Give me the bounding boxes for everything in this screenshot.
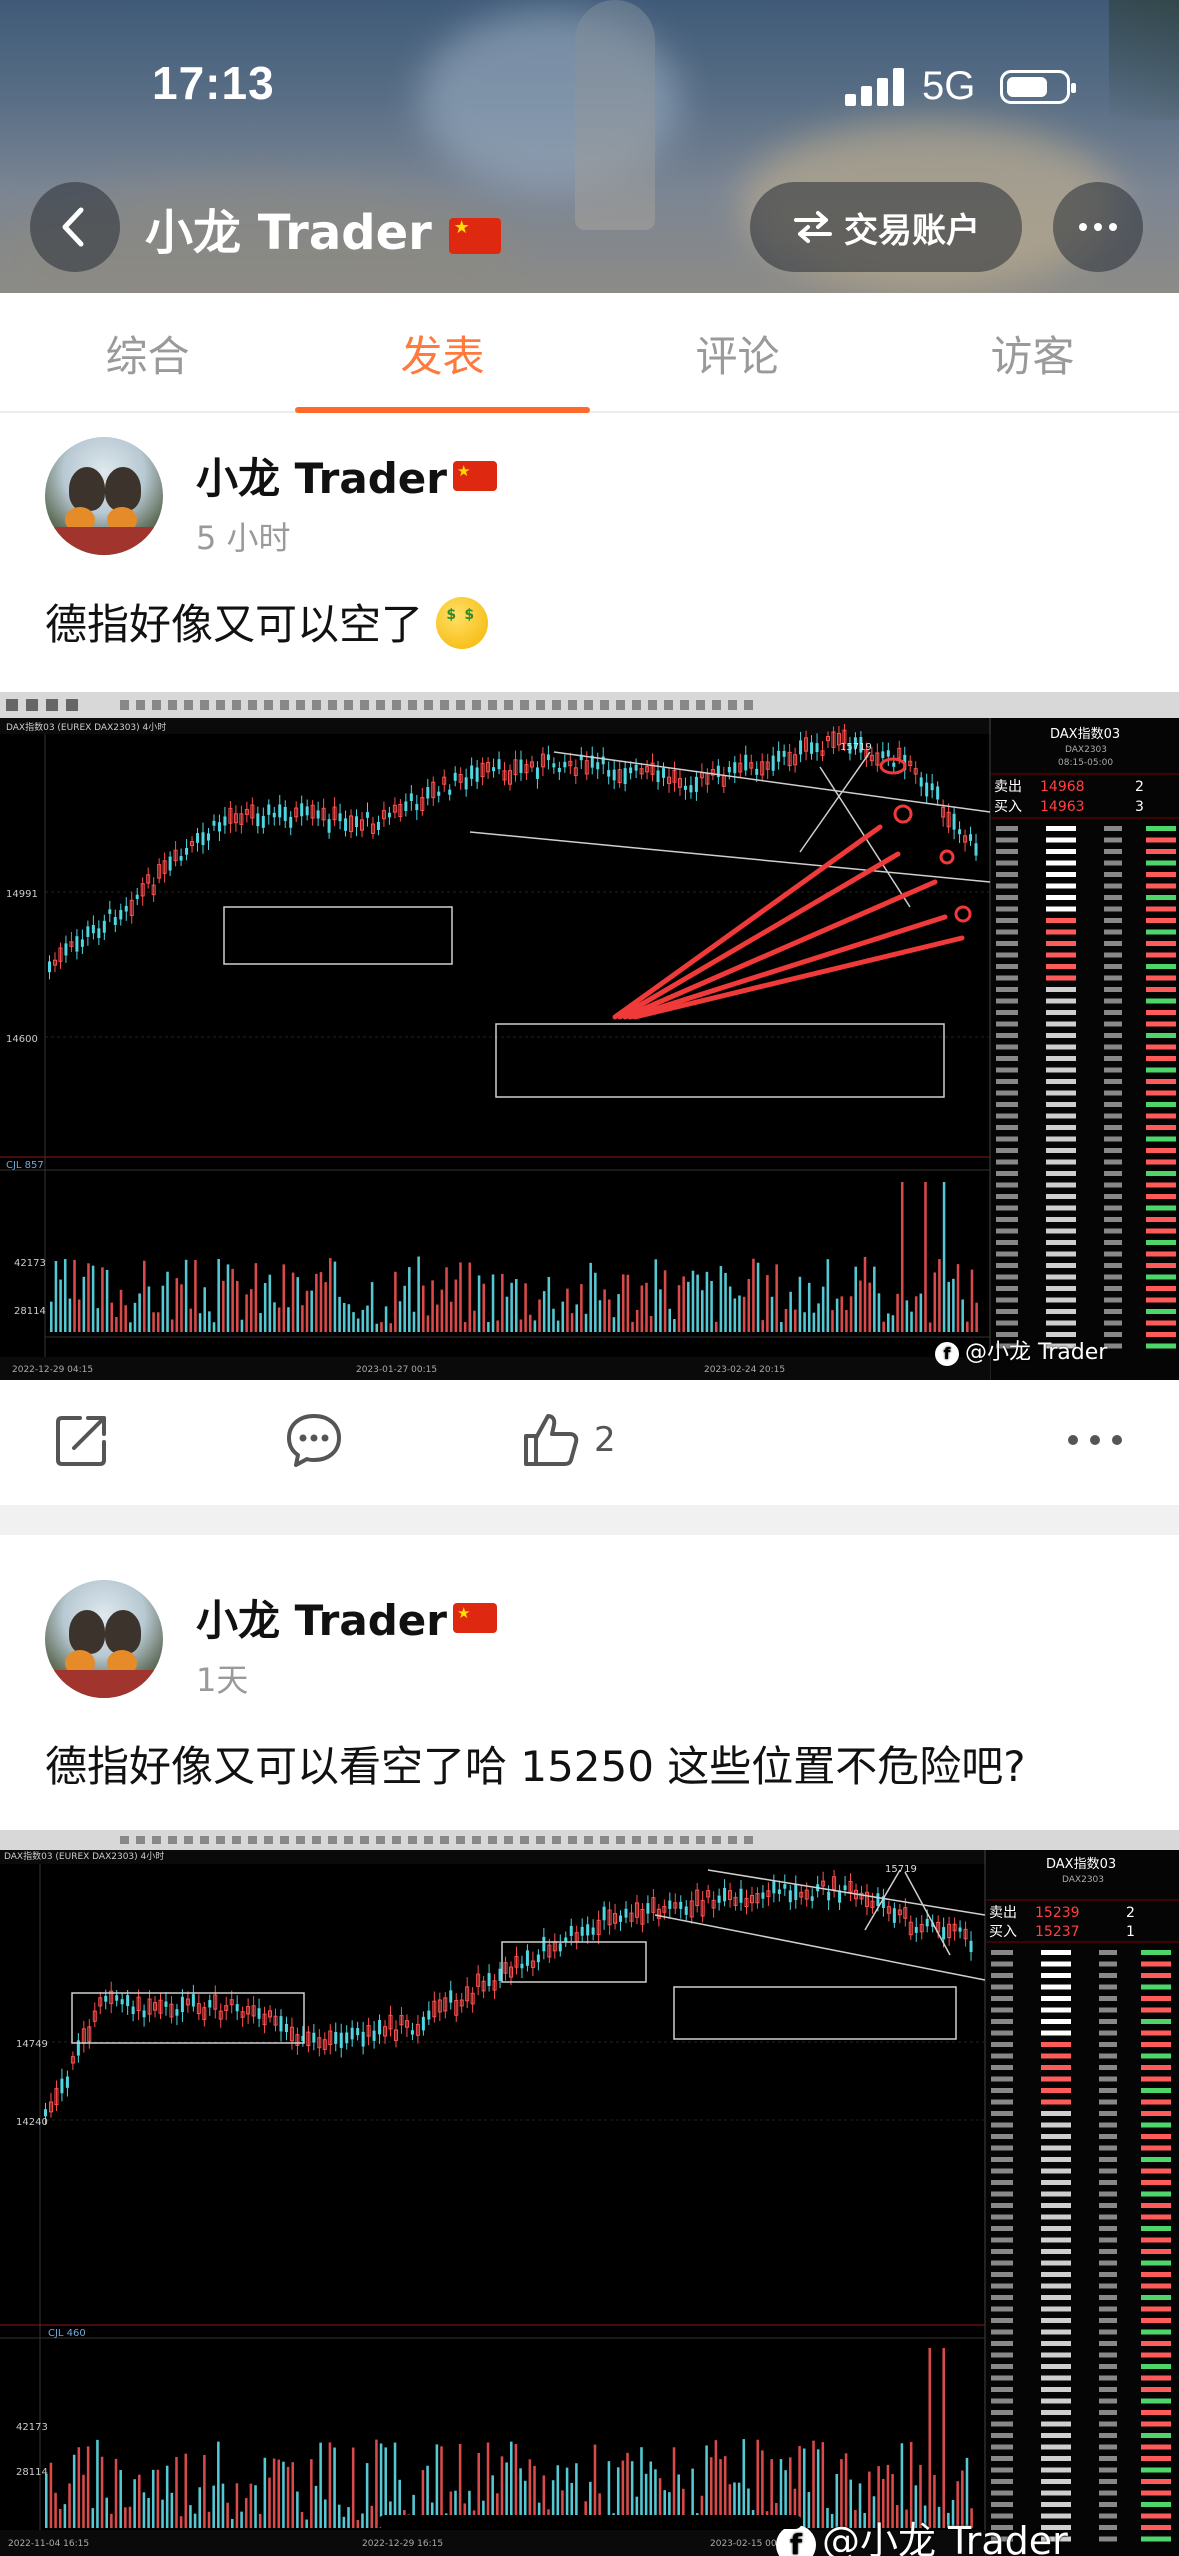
post-card[interactable]: 小龙 Trader 5 小时 德指好像又可以空了 <box>0 415 1179 1505</box>
post-image-chart[interactable]: DAX指数03 (EUREX DAX2303) 4小时 14749 14240 … <box>0 1830 1179 2556</box>
quote-time: 08:15-05:00 <box>1058 758 1113 768</box>
back-button[interactable] <box>30 182 120 272</box>
sell-price: 14968 <box>1040 779 1085 795</box>
post-author[interactable]: 小龙 Trader <box>196 1587 497 1648</box>
profile-tabs: 综合 发表 评论 访客 <box>0 293 1179 413</box>
post-time: 1天 <box>196 1661 249 1699</box>
date-label: 2022-11-04 16:15 <box>8 2539 89 2549</box>
sell-qty: 2 <box>1126 1905 1135 1921</box>
weibo-logo-icon: f <box>935 1342 959 1366</box>
price-label: 14600 <box>6 1034 38 1045</box>
post-card[interactable]: 小龙 Trader 1天 德指好像又可以看空了哈 15250 这些位置不危险吧?… <box>0 1535 1179 2556</box>
date-label: 2023-02-24 20:15 <box>704 1365 785 1375</box>
share-icon <box>56 1416 106 1466</box>
tab-comments[interactable]: 评论 <box>590 293 885 413</box>
price-label: 14240 <box>16 2117 48 2128</box>
trade-account-label: 交易账户 <box>844 210 980 251</box>
tab-visitors[interactable]: 访客 <box>885 293 1179 413</box>
trade-account-button[interactable]: 交易账户 <box>750 182 1022 272</box>
like-button[interactable]: 2 <box>520 1407 616 1473</box>
volume-label: 42173 <box>14 1258 46 1269</box>
china-flag-icon <box>448 218 501 254</box>
battery-icon <box>1000 70 1076 104</box>
tab-overview[interactable]: 综合 <box>0 293 295 413</box>
svg-text:DAX指数03 (EUREX DAX2303) 4小时: DAX指数03 (EUREX DAX2303) 4小时 <box>4 1850 164 1862</box>
peak-label: 15719 <box>840 742 872 753</box>
quote-title: DAX指数03 <box>1050 727 1120 742</box>
watermark-text: @小龙 Trader <box>965 1340 1108 1365</box>
weibo-logo-icon: f <box>776 2525 816 2556</box>
volume-label: 28114 <box>14 1306 46 1317</box>
post-author[interactable]: 小龙 Trader <box>196 445 497 506</box>
profile-title: 小龙 Trader <box>145 193 501 263</box>
date-label: 2023-01-27 00:15 <box>356 1365 437 1375</box>
image-watermark: f @小龙 Trader <box>776 2510 1068 2556</box>
comment-button[interactable] <box>283 1407 345 1473</box>
china-flag-icon <box>452 460 497 491</box>
more-horizontal-icon <box>1068 1435 1122 1445</box>
china-flag-icon <box>452 1602 497 1633</box>
quote-code: DAX2303 <box>1065 745 1107 755</box>
post-more-button[interactable] <box>1065 1407 1125 1473</box>
dax-chart-screenshot: DAX指数03 (EUREX DAX2303) 4小时 14749 14240 … <box>0 1830 1179 2556</box>
profile-name: 小龙 Trader <box>145 205 432 261</box>
post-text-content: 德指好像又可以空了 <box>45 600 424 649</box>
home-indicator <box>378 2515 802 2529</box>
date-label: 2022-12-29 16:15 <box>362 2539 443 2549</box>
sell-qty: 2 <box>1135 779 1144 795</box>
tab-posts[interactable]: 发表 <box>295 293 590 413</box>
dax-chart-screenshot: DAX指数03 (EUREX DAX2303) 4小时 14991 14600 … <box>0 692 1179 1380</box>
sell-label: 卖出 <box>994 779 1022 795</box>
like-count: 2 <box>594 1420 616 1460</box>
post-text: 德指好像又可以看空了哈 15250 这些位置不危险吧? <box>45 1742 1026 1791</box>
sell-price: 15239 <box>1035 1905 1080 1921</box>
chevron-left-icon <box>62 207 84 247</box>
post-actions: 2 <box>0 1375 1179 1505</box>
share-button[interactable] <box>52 1407 112 1473</box>
watermark-text: @小龙 Trader <box>822 2519 1068 2556</box>
volume-label: 28114 <box>16 2467 48 2478</box>
swap-icon <box>794 211 832 243</box>
buy-label: 买入 <box>994 799 1022 815</box>
sell-label: 卖出 <box>989 1905 1017 1921</box>
comment-icon <box>287 1414 341 1467</box>
peak-label: 15719 <box>885 1864 917 1875</box>
price-label: 14749 <box>16 2039 48 2050</box>
signal-icon <box>845 66 907 106</box>
author-name: 小龙 Trader <box>196 1596 447 1645</box>
post-text: 德指好像又可以空了 <box>45 591 489 652</box>
avatar[interactable] <box>45 437 163 555</box>
network-type: 5G <box>922 64 976 108</box>
thumbs-up-icon <box>524 1414 579 1466</box>
volume-title: CJL 857 <box>6 1160 44 1171</box>
buy-label: 买入 <box>989 1924 1017 1940</box>
post-divider <box>0 1505 1179 1535</box>
active-tab-indicator <box>295 407 590 413</box>
post-time: 5 小时 <box>196 519 291 557</box>
avatar[interactable] <box>45 1580 163 1698</box>
profile-header: 17:13 5G 小龙 Trader 交易账户 <box>0 0 1179 293</box>
buy-qty: 3 <box>1135 799 1144 815</box>
volume-title: CJL 460 <box>48 2328 86 2339</box>
money-mouth-face-icon <box>436 597 489 649</box>
quote-code: DAX2303 <box>1062 1875 1104 1885</box>
date-label: 2022-12-29 04:15 <box>12 1365 93 1375</box>
more-button[interactable] <box>1053 182 1143 272</box>
image-watermark: f @小龙 Trader <box>935 1334 1107 1366</box>
buy-price: 15237 <box>1035 1924 1080 1940</box>
post-image-chart[interactable]: DAX指数03 (EUREX DAX2303) 4小时 14991 14600 … <box>0 692 1179 1380</box>
buy-price: 14963 <box>1040 799 1085 815</box>
buy-qty: 1 <box>1126 1924 1135 1940</box>
author-name: 小龙 Trader <box>196 454 447 503</box>
price-label: 14991 <box>6 889 38 900</box>
quote-title: DAX指数03 <box>1046 1857 1116 1872</box>
volume-label: 42173 <box>16 2422 48 2433</box>
svg-text:DAX指数03 (EUREX DAX2303) 4小时: DAX指数03 (EUREX DAX2303) 4小时 <box>6 721 166 733</box>
status-time: 17:13 <box>152 57 275 109</box>
